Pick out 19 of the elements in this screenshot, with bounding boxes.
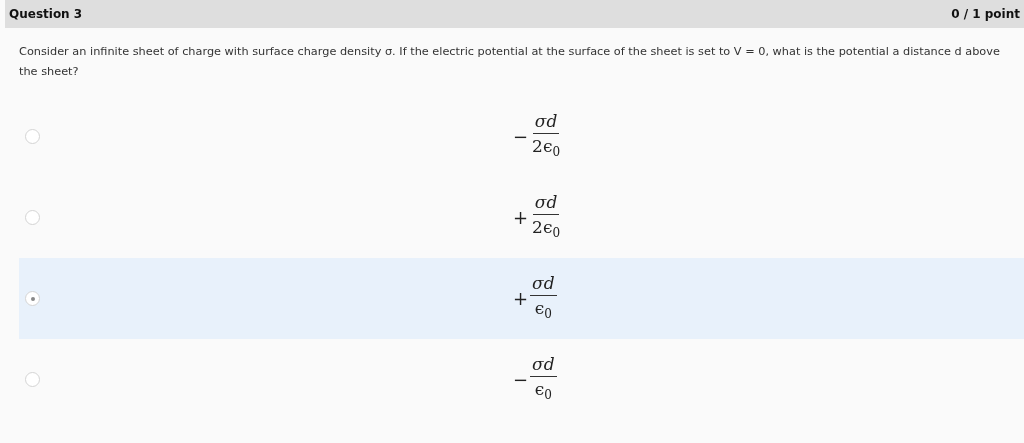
formula-sign: − xyxy=(513,126,529,147)
formula-sign: − xyxy=(513,369,529,390)
formula-numerator: σd xyxy=(532,191,560,215)
formula-denominator: ϵ$_{0}$ xyxy=(533,296,553,324)
formula-denominator: ϵ$_{0}$ xyxy=(533,377,553,405)
radio-button[interactable] xyxy=(25,129,40,144)
formula-numerator: σd xyxy=(532,110,560,134)
question-text: Consider an infinite sheet of charge with surface charge density σ. If the electric potential at the surface of the sheet is set to V = 0, what is the potential a distance d above the sheet? xyxy=(19,44,1000,80)
radio-button[interactable] xyxy=(25,210,40,225)
formula-sign: + xyxy=(513,288,529,309)
formula-sign: + xyxy=(513,207,529,228)
formula-denominator: 2ϵ$_{0}$ xyxy=(531,134,562,162)
question-score: 0 / 1 point xyxy=(951,7,1020,21)
formula-denominator: 2ϵ$_{0}$ xyxy=(531,215,562,243)
formula-numerator: σd xyxy=(530,353,557,377)
question-title: Question 3 xyxy=(9,7,83,21)
radio-button[interactable] xyxy=(25,291,40,306)
formula-numerator: σd xyxy=(530,272,557,296)
radio-button[interactable] xyxy=(25,372,40,387)
